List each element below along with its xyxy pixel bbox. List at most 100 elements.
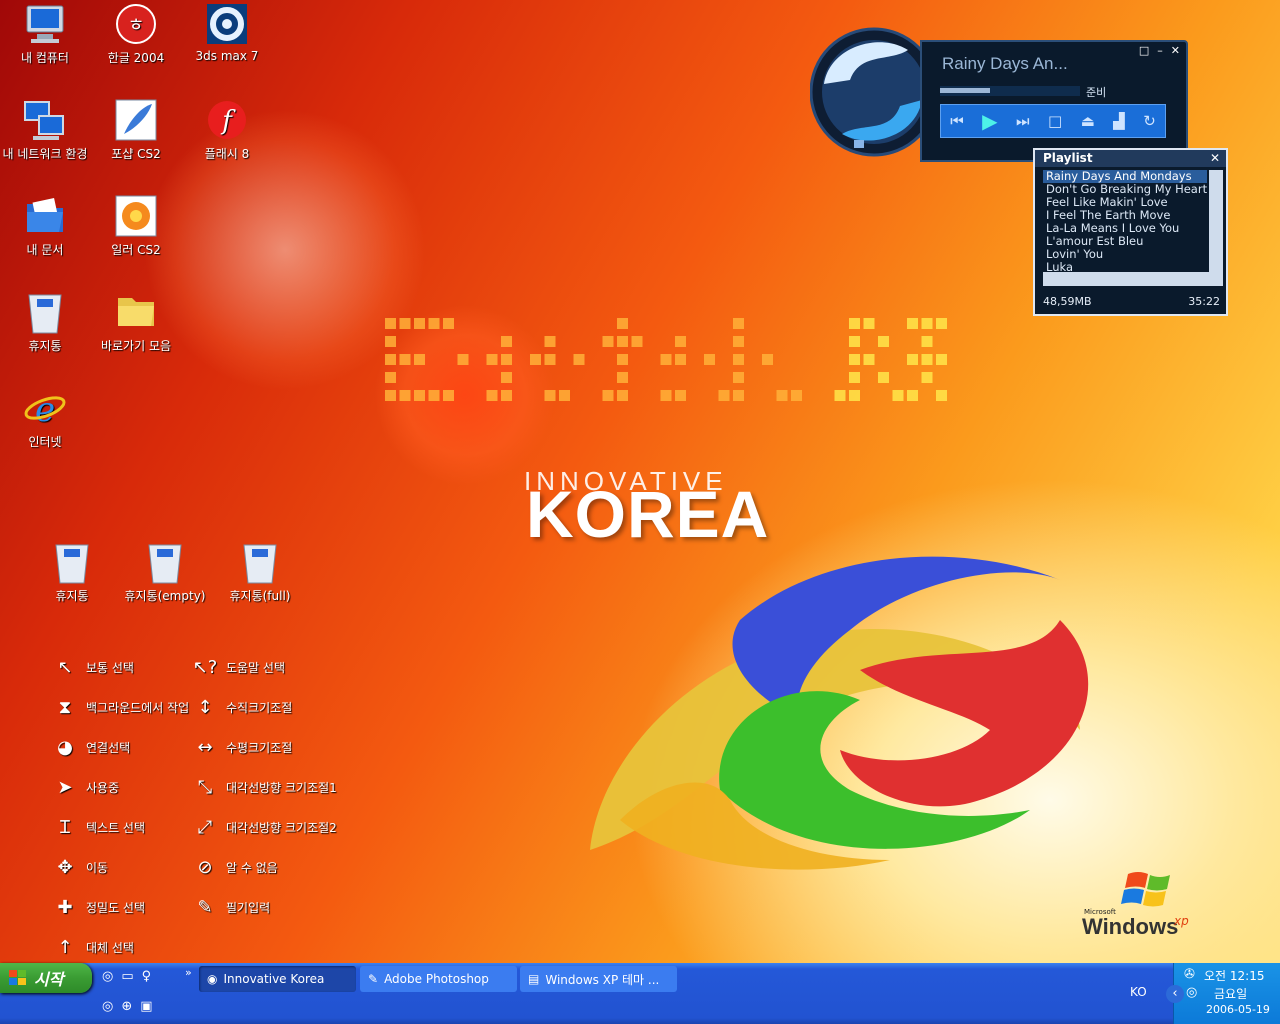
my-computer-icon (23, 2, 67, 46)
repeat-icon[interactable]: ↻ (1143, 112, 1156, 130)
quicklaunch-ie-icon[interactable]: ◎ (102, 969, 113, 984)
recycle-bin-variant-2[interactable]: 휴지통(empty) (120, 540, 210, 604)
desktop-icon-recycle-bin[interactable]: 휴지통 (0, 290, 90, 354)
desktop-icon-internet-explorer[interactable]: e 인터넷 (0, 386, 90, 450)
cursor-scheme-left-3: ◕ 연결선택 (48, 732, 130, 762)
playlist-close-icon[interactable]: ✕ (1210, 151, 1220, 165)
quicklaunch-app-icon[interactable]: ⊕ (121, 999, 132, 1014)
player-menu-icon[interactable] (854, 140, 864, 148)
cursor-label: 사용중 (86, 780, 120, 795)
playlist-item[interactable]: Rainy Days And Mondays (1043, 170, 1207, 183)
quicklaunch-desktop-icon[interactable]: ▭ (121, 969, 133, 984)
clock-time[interactable]: 오전 12:15 (1204, 967, 1264, 984)
next-track-icon[interactable]: ⏭ (1016, 112, 1030, 130)
taskbar: 시작 ◎ ▭ ♀ » ◎ ⊕ ▣ ◉ Innovative Korea ✎ Adob… (0, 963, 1280, 1024)
cursor-label: 백그라운드에서 작업 (86, 700, 190, 715)
cursor-preview-icon: ⤢ (197, 816, 213, 838)
player-seek-bar[interactable] (940, 86, 1080, 96)
quicklaunch-messenger-icon[interactable]: ♀ (142, 969, 152, 984)
playlist-item[interactable]: L'amour Est Bleu (1043, 235, 1207, 248)
cursor-preview-icon: ↕ (197, 696, 213, 718)
desktop-icon-label: 일러 CS2 (111, 243, 161, 257)
language-indicator[interactable]: KO (1130, 985, 1147, 999)
desktop-icon-flash[interactable]: f 플래시 8 (182, 98, 272, 162)
cursor-scheme-left-1: ↖ 보통 선택 (48, 652, 134, 682)
desktop-icon-label: 한글 2004 (107, 51, 165, 65)
player-close-icon[interactable]: ✕ (1171, 44, 1180, 57)
player-body: Rainy Days An... 준비 □ – ✕ ⏮ ▶ ⏭ □ ⏏ ▟ ↻ (920, 40, 1188, 162)
desktop-icon-my-documents[interactable]: 내 문서 (0, 194, 90, 258)
wallpaper-pixel-text (385, 318, 947, 401)
playlist-size: 48,59MB (1043, 295, 1092, 308)
playlist-item[interactable]: Don't Go Breaking My Heart (1043, 183, 1207, 196)
playlist-item[interactable]: La-La Means I Love You (1043, 222, 1207, 235)
cursor-label: 대체 선택 (86, 940, 134, 955)
taskbar-item-label: Windows XP 테마 ... (545, 972, 660, 987)
player-minimize-icon[interactable]: – (1157, 44, 1163, 57)
desktop-icon-label: 휴지통 (28, 339, 62, 353)
recycle-bin-variant-3[interactable]: 휴지통(full) (215, 540, 305, 604)
recycle-bin-icon (23, 290, 67, 334)
tray-app-icon[interactable]: ◎ (1186, 985, 1197, 1000)
cursor-scheme-left-7: ✚ 정밀도 선택 (48, 892, 145, 922)
desktop-icon-illustrator-flower[interactable]: 일러 CS2 (91, 194, 181, 258)
cursor-preview-icon: ⤡ (197, 776, 213, 798)
taskbar-item-xp-theme[interactable]: ▤ Windows XP 테마 ... (520, 966, 677, 992)
stop-icon[interactable]: □ (1048, 112, 1062, 130)
taskbar-item-photoshop[interactable]: ✎ Adobe Photoshop (360, 966, 517, 992)
illustrator-flower-icon (114, 194, 158, 238)
prev-track-icon[interactable]: ⏮ (950, 112, 964, 130)
recycle-bin-variant-1[interactable]: 휴지통 (27, 540, 117, 604)
playlist-horizontal-scrollbar[interactable] (1043, 272, 1223, 286)
document-app-icon: ▤ (528, 972, 540, 986)
cursor-scheme-left-4: ➤ 사용중 (48, 772, 119, 802)
recycle-bin-icon (238, 540, 282, 584)
desktop-icon-folder[interactable]: 바로가기 모음 (91, 290, 181, 354)
desktop-icon-photoshop-feather[interactable]: 포샵 CS2 (91, 98, 181, 162)
volume-icon[interactable]: ▟ (1113, 112, 1125, 130)
cursor-scheme-right-3: ↔ 수평크기조절 (188, 732, 292, 762)
clock-day: 금요일 (1214, 987, 1248, 1001)
tray-network-icon[interactable]: ✇ (1184, 967, 1195, 982)
system-tray: ✇ ‹ ◎ 오전 12:15 금요일 2006-05-19 (1166, 963, 1280, 1024)
cursor-label: 알 수 없음 (226, 860, 278, 875)
desktop-icon-label: 바로가기 모음 (100, 339, 172, 353)
my-documents-icon (23, 194, 67, 238)
cursor-label: 이동 (86, 860, 109, 875)
start-button[interactable]: 시작 (0, 963, 92, 993)
player-restore-icon[interactable]: □ (1139, 44, 1149, 57)
windows-flag-icon (9, 970, 26, 985)
playlist-item[interactable]: Lovin' You (1043, 248, 1207, 261)
recycle-bin-label: 휴지통(full) (229, 589, 291, 603)
taskbar-item-innovative-korea[interactable]: ◉ Innovative Korea (199, 966, 356, 992)
quicklaunch-expand[interactable]: » (185, 966, 192, 979)
playlist-item[interactable]: Luka (1043, 261, 1207, 272)
playlist-item[interactable]: I Feel The Earth Move (1043, 209, 1207, 222)
playlist-title: Playlist (1035, 150, 1226, 167)
tray-expand-icon[interactable]: ‹ (1166, 985, 1184, 1003)
clock-date: 2006-05-19 (1206, 1003, 1270, 1016)
3ds-max-icon (205, 2, 249, 46)
desktop-icon-my-computer[interactable]: 내 컴퓨터 (0, 2, 90, 66)
media-player[interactable]: Rainy Days An... 준비 □ – ✕ ⏮ ▶ ⏭ □ ⏏ ▟ ↻ (810, 22, 1190, 164)
playlist-window[interactable]: Playlist ✕ Rainy Days And Mondays Don't G… (1033, 148, 1228, 316)
player-seek-fill (940, 88, 990, 93)
player-status: 준비 (1086, 86, 1107, 99)
cursor-scheme-right-4: ⤡ 대각선방향 크기조절1 (188, 772, 337, 802)
playlist-item[interactable]: Feel Like Makin' Love (1043, 196, 1207, 209)
cursor-preview-icon: Ɪ (59, 817, 70, 838)
desktop-icon-3ds-max[interactable]: 3ds max 7 (182, 2, 272, 63)
desktop-icon-hangul-2004[interactable]: ㅎ 한글 2004 (91, 2, 181, 66)
cursor-label: 대각선방향 크기조절1 (226, 780, 337, 795)
play-icon[interactable]: ▶ (982, 109, 997, 133)
desktop-icon-network-places[interactable]: 내 네트워크 환경 (0, 98, 90, 162)
internet-explorer-icon: e (23, 386, 67, 430)
cursor-label: 수직크기조절 (226, 700, 293, 715)
eject-icon[interactable]: ⏏ (1081, 112, 1095, 130)
cursor-scheme-right-5: ⤢ 대각선방향 크기조절2 (188, 812, 337, 842)
quicklaunch-app2-icon[interactable]: ▣ (140, 999, 152, 1014)
playlist-vertical-scrollbar[interactable] (1209, 170, 1223, 272)
xp-brand-text: xp (1174, 914, 1189, 928)
cursor-label: 정밀도 선택 (86, 900, 146, 915)
quicklaunch-ie2-icon[interactable]: ◎ (102, 999, 113, 1014)
